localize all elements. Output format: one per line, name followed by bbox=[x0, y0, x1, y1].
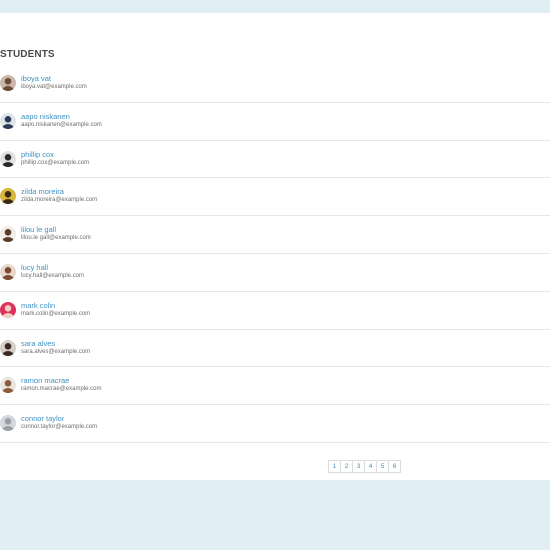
student-name-link[interactable]: phillip cox bbox=[21, 150, 54, 159]
student-email: sara.alves@example.com bbox=[21, 348, 91, 355]
student-email: ramon.macrae@example.com bbox=[21, 386, 102, 393]
avatar[interactable] bbox=[0, 339, 16, 356]
student-email: phillip.cox@example.com bbox=[21, 159, 90, 166]
student-email: aapo.niskanen@example.com bbox=[21, 121, 102, 128]
list-item[interactable]: iboya vat iboya.vat@example.com bbox=[0, 65, 550, 103]
list-item[interactable]: aapo niskanen aapo.niskanen@example.com bbox=[0, 103, 550, 141]
avatar[interactable] bbox=[0, 188, 16, 205]
student-list: iboya vat iboya.vat@example.com aapo niska… bbox=[0, 65, 550, 443]
avatar[interactable] bbox=[0, 263, 16, 280]
student-name-link[interactable]: lilou le gall bbox=[21, 225, 56, 234]
student-name-link[interactable]: ramon macrae bbox=[21, 376, 69, 385]
list-item[interactable]: ramon macrae ramon.macrae@example.com bbox=[0, 367, 550, 406]
student-name-link[interactable]: zilda moreira bbox=[21, 187, 64, 196]
avatar[interactable] bbox=[0, 112, 16, 129]
pagination: 123456 bbox=[328, 460, 401, 473]
page-link-6[interactable]: 6 bbox=[388, 460, 401, 473]
list-item[interactable]: zilda moreira zilda.moreira@example.com bbox=[0, 178, 550, 217]
students-panel: STUDENTS iboya vat iboya.vat@example.com a… bbox=[0, 13, 550, 480]
avatar[interactable] bbox=[0, 415, 16, 432]
student-name-link[interactable]: iboya vat bbox=[21, 74, 51, 83]
student-email: mark.colin@example.com bbox=[21, 310, 91, 317]
list-item[interactable]: phillip cox phillip.cox@example.com bbox=[0, 141, 550, 179]
avatar[interactable] bbox=[0, 377, 16, 394]
student-name-link[interactable]: aapo niskanen bbox=[21, 112, 70, 121]
list-item[interactable]: lilou le gall lilou.le gall@example.com bbox=[0, 216, 550, 254]
student-name-link[interactable]: lucy hall bbox=[21, 263, 48, 272]
student-email: zilda.moreira@example.com bbox=[21, 197, 98, 204]
avatar[interactable] bbox=[0, 226, 16, 243]
list-item[interactable]: mark colin mark.colin@example.com bbox=[0, 292, 550, 330]
student-email: connor.taylor@example.com bbox=[21, 424, 98, 431]
student-email: lilou.le gall@example.com bbox=[21, 235, 91, 242]
avatar[interactable] bbox=[0, 150, 16, 167]
list-item[interactable]: lucy hall lucy.hall@example.com bbox=[0, 254, 550, 292]
student-name-link[interactable]: connor taylor bbox=[21, 414, 64, 423]
student-name-link[interactable]: mark colin bbox=[21, 301, 55, 310]
avatar[interactable] bbox=[0, 75, 16, 91]
avatar[interactable] bbox=[0, 301, 16, 318]
section-title: STUDENTS bbox=[0, 49, 55, 60]
list-item[interactable]: sara alves sara.alves@example.com bbox=[0, 330, 550, 368]
student-email: iboya.vat@example.com bbox=[21, 84, 87, 90]
list-item[interactable]: connor taylor connor.taylor@example.com bbox=[0, 405, 550, 443]
student-email: lucy.hall@example.com bbox=[21, 272, 85, 279]
student-name-link[interactable]: sara alves bbox=[21, 339, 55, 348]
